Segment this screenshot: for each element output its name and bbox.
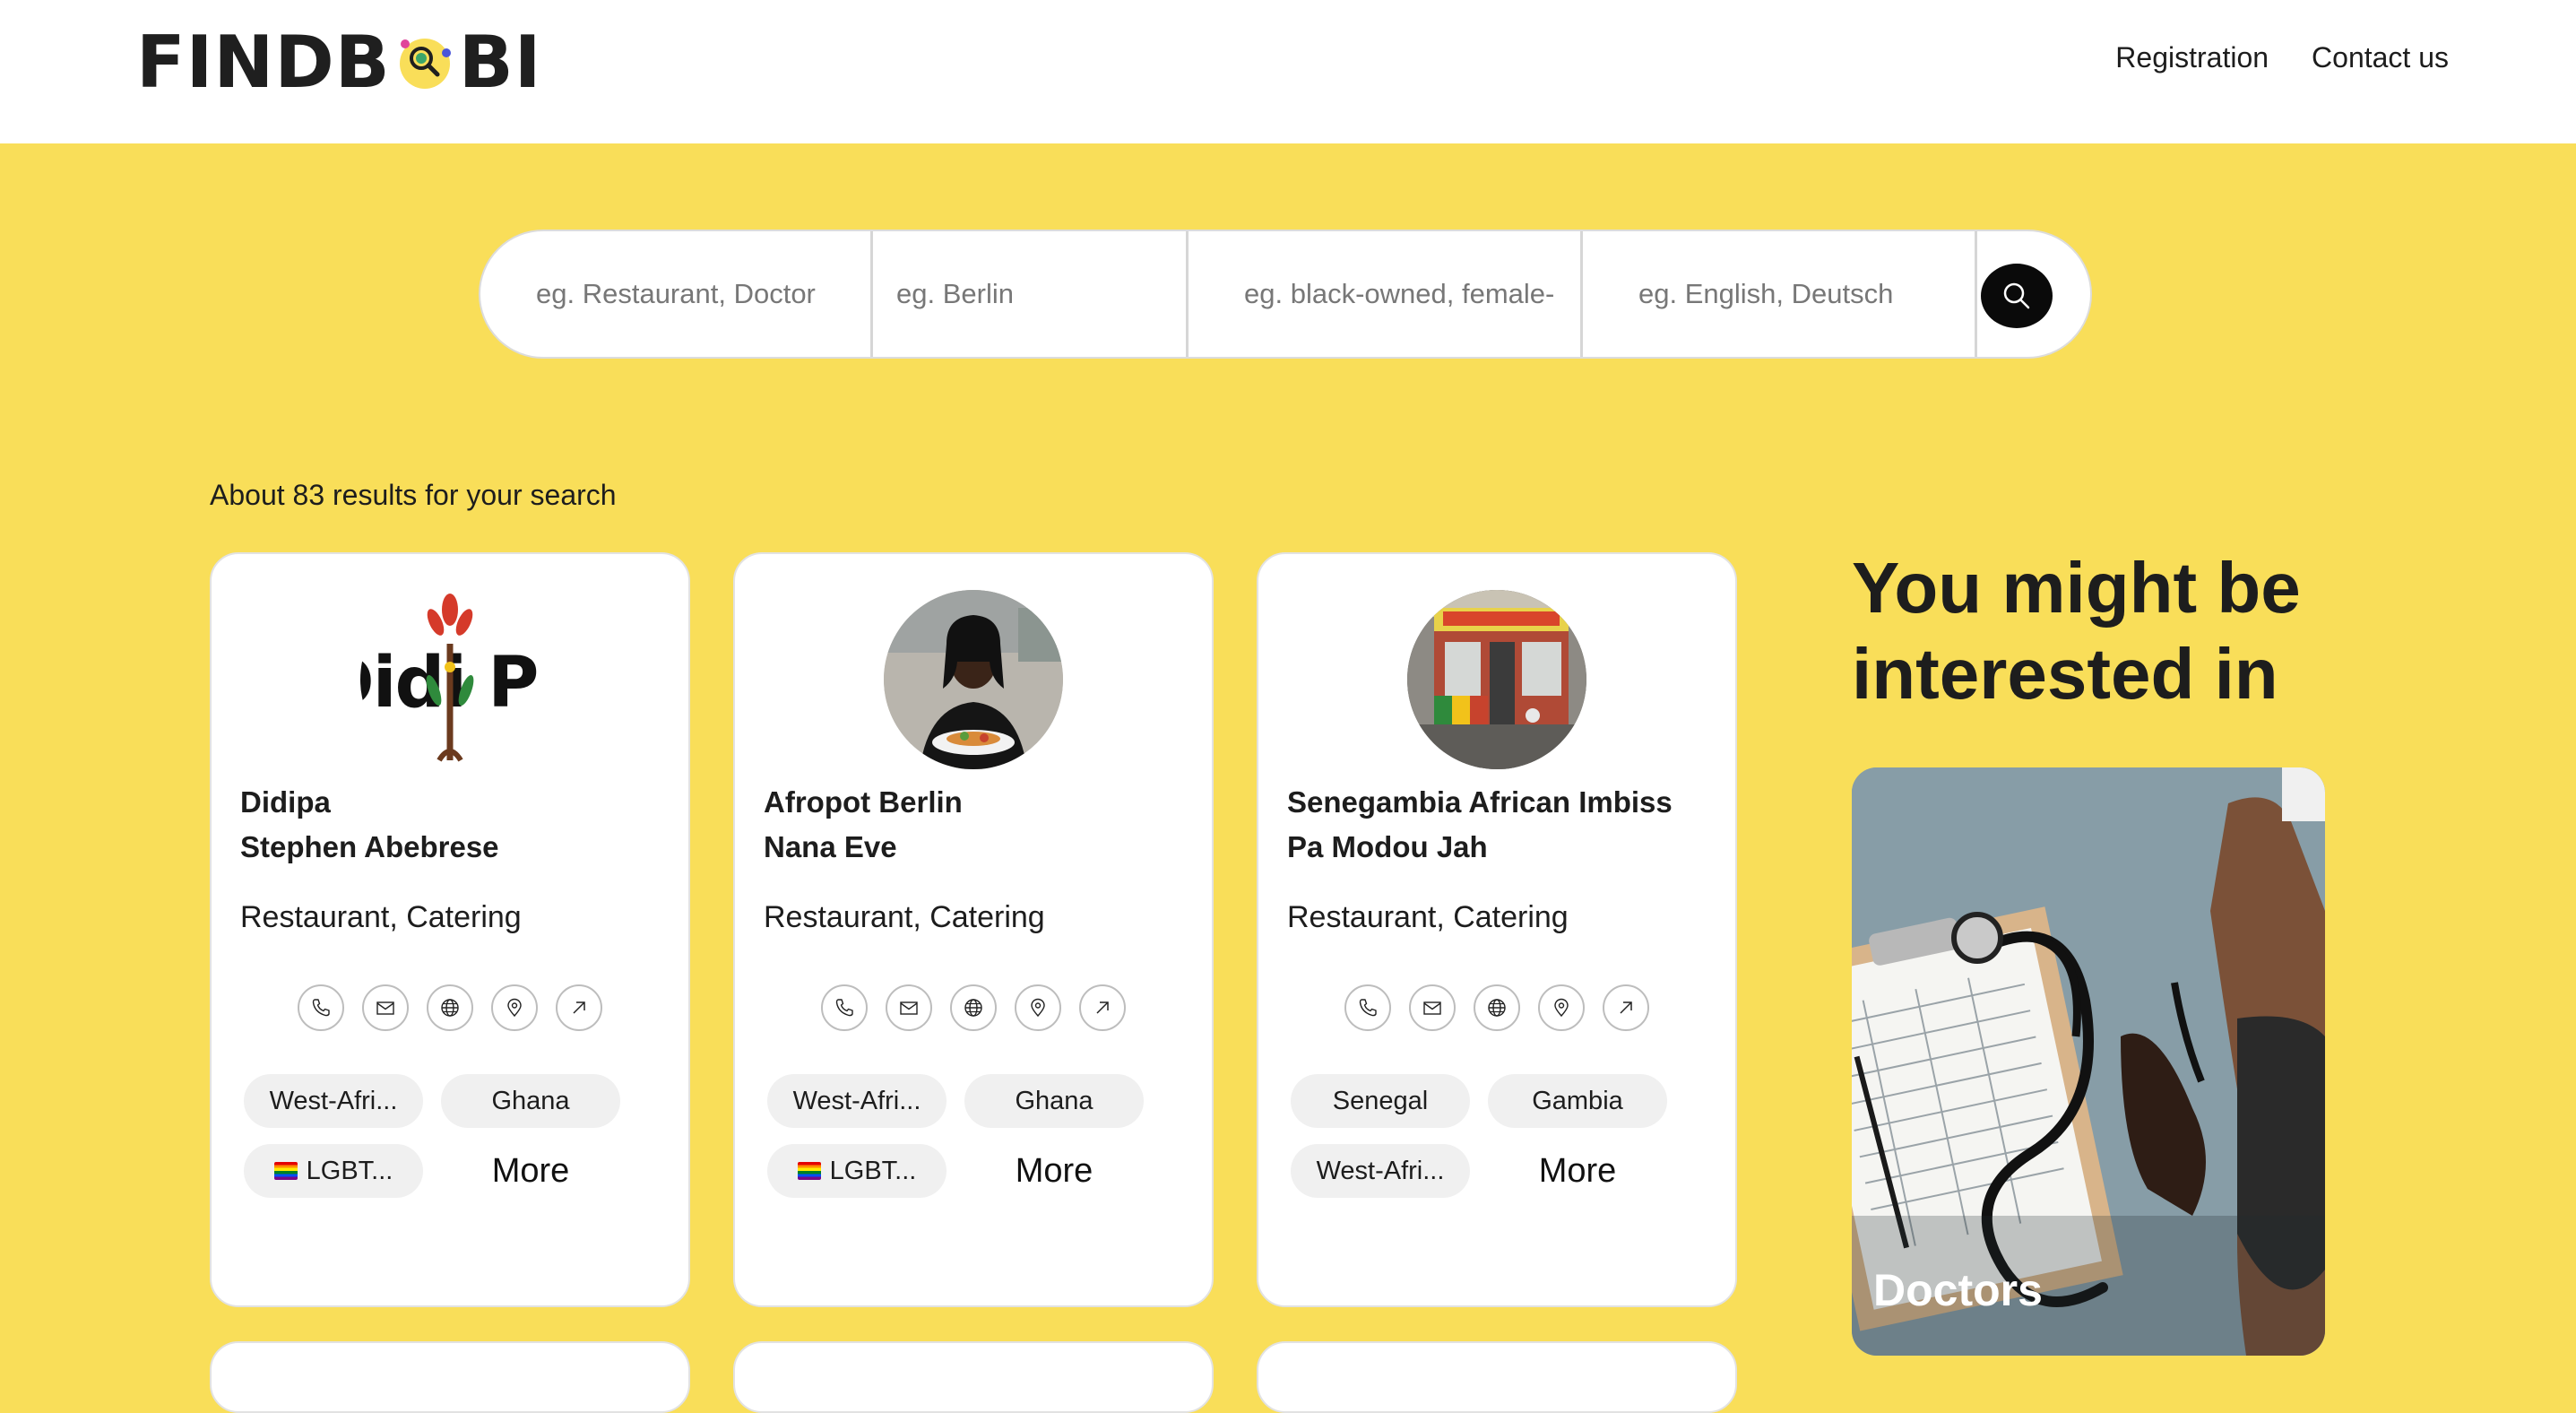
more-button[interactable]: More — [964, 1144, 1144, 1198]
business-card-partial[interactable] — [1257, 1341, 1737, 1413]
where-field — [873, 231, 1189, 357]
top-header: FINDB BI Registration Contact us — [0, 0, 2576, 143]
phone-icon — [1359, 999, 1377, 1017]
tag-region[interactable]: West-Afri... — [244, 1074, 423, 1128]
search-icon — [2003, 282, 2030, 309]
tag-country[interactable]: Ghana — [964, 1074, 1144, 1128]
owner-name: Stephen Abebrese — [240, 830, 499, 863]
contact-actions — [735, 984, 1212, 1031]
tag-country[interactable]: Senegal — [1291, 1074, 1470, 1128]
mail-icon — [900, 1001, 918, 1015]
location-button[interactable] — [1015, 984, 1061, 1031]
tag-list: West-Afri... Ghana LGBT... More — [244, 1074, 620, 1198]
logo-text-left: FINDB — [136, 20, 391, 104]
contact-actions — [1258, 984, 1735, 1031]
tag-region[interactable]: West-Afri... — [767, 1074, 947, 1128]
business-category: Restaurant, Catering — [1287, 900, 1569, 934]
website-button[interactable] — [1474, 984, 1520, 1031]
search-bar — [479, 230, 2092, 359]
email-button[interactable] — [362, 984, 409, 1031]
results-count: About 83 results for your search — [210, 479, 617, 511]
category-card-label: Doctors — [1873, 1265, 2043, 1315]
phone-button[interactable] — [1344, 984, 1391, 1031]
tag-country[interactable]: Gambia — [1488, 1074, 1667, 1128]
language-input[interactable] — [1637, 267, 1975, 321]
what-input[interactable] — [534, 267, 870, 321]
external-link-icon — [1620, 1001, 1632, 1014]
business-card-partial[interactable] — [210, 1341, 690, 1413]
tag-lgbt[interactable]: LGBT... — [767, 1144, 947, 1198]
external-link-icon — [1096, 1001, 1109, 1014]
globe-icon — [441, 999, 459, 1017]
nav-registration[interactable]: Registration — [2115, 36, 2269, 79]
business-name[interactable]: Didipa Stephen Abebrese — [240, 780, 499, 870]
business-name[interactable]: Afropot Berlin Nana Eve — [764, 780, 963, 870]
open-link-button[interactable] — [556, 984, 602, 1031]
tag-list: West-Afri... Ghana LGBT... More — [767, 1074, 1144, 1198]
logo-magnifier-icon — [394, 31, 455, 92]
business-name[interactable]: Senegambia African Imbiss Pa Modou Jah — [1287, 780, 1673, 870]
business-photo — [884, 590, 1063, 769]
open-link-button[interactable] — [1603, 984, 1649, 1031]
rainbow-flag-icon — [797, 1162, 821, 1180]
business-card[interactable]: Afropot Berlin Nana Eve Restaurant, Cate… — [733, 552, 1214, 1307]
owner-name: Nana Eve — [764, 830, 897, 863]
map-pin-icon — [1031, 998, 1045, 1018]
location-button[interactable] — [1538, 984, 1585, 1031]
more-button[interactable]: More — [441, 1144, 620, 1198]
owner-name: Pa Modou Jah — [1287, 830, 1488, 863]
rainbow-flag-icon — [273, 1162, 298, 1180]
globe-icon — [964, 999, 982, 1017]
location-button[interactable] — [491, 984, 538, 1031]
category-card-doctors[interactable]: Doctors — [1852, 767, 2325, 1356]
email-button[interactable] — [1409, 984, 1456, 1031]
external-link-icon — [573, 1001, 585, 1014]
recommendations-heading: You might be interested in — [1852, 548, 2301, 714]
phone-button[interactable] — [821, 984, 868, 1031]
search-button[interactable] — [1981, 264, 2053, 328]
attributes-input[interactable] — [1242, 267, 1580, 321]
email-button[interactable] — [886, 984, 932, 1031]
business-card-partial[interactable] — [733, 1341, 1214, 1413]
business-category: Restaurant, Catering — [764, 900, 1045, 934]
map-pin-icon — [507, 998, 522, 1018]
where-input[interactable] — [895, 267, 1186, 321]
contact-actions — [212, 984, 688, 1031]
more-button[interactable]: More — [1488, 1144, 1667, 1198]
business-card[interactable]: Senegambia African Imbiss Pa Modou Jah R… — [1257, 552, 1737, 1307]
phone-icon — [312, 999, 330, 1017]
website-button[interactable] — [950, 984, 997, 1031]
business-card[interactable]: Didi Po Didipa Stephen Abebrese Restaura… — [210, 552, 690, 1307]
main-nav: Registration Contact us — [2115, 36, 2449, 79]
website-button[interactable] — [427, 984, 473, 1031]
tag-list: Senegal Gambia West-Afri... More — [1291, 1074, 1667, 1198]
phone-icon — [835, 999, 853, 1017]
tag-region[interactable]: West-Afri... — [1291, 1144, 1470, 1198]
language-field — [1583, 231, 1977, 357]
what-field — [480, 231, 873, 357]
logo-text-right: BI — [458, 20, 542, 104]
phone-button[interactable] — [298, 984, 344, 1031]
business-logo: Didi Po — [360, 590, 540, 769]
mail-icon — [376, 1001, 394, 1015]
attributes-field — [1189, 231, 1583, 357]
mail-icon — [1423, 1001, 1441, 1015]
nav-contact-us[interactable]: Contact us — [2312, 36, 2449, 79]
findbobi-logo[interactable]: FINDB BI — [136, 20, 542, 104]
open-link-button[interactable] — [1079, 984, 1126, 1031]
tag-lgbt[interactable]: LGBT... — [244, 1144, 423, 1198]
tag-country[interactable]: Ghana — [441, 1074, 620, 1128]
globe-icon — [1488, 999, 1506, 1017]
business-photo — [1407, 590, 1586, 769]
business-category: Restaurant, Catering — [240, 900, 522, 934]
map-pin-icon — [1554, 998, 1569, 1018]
